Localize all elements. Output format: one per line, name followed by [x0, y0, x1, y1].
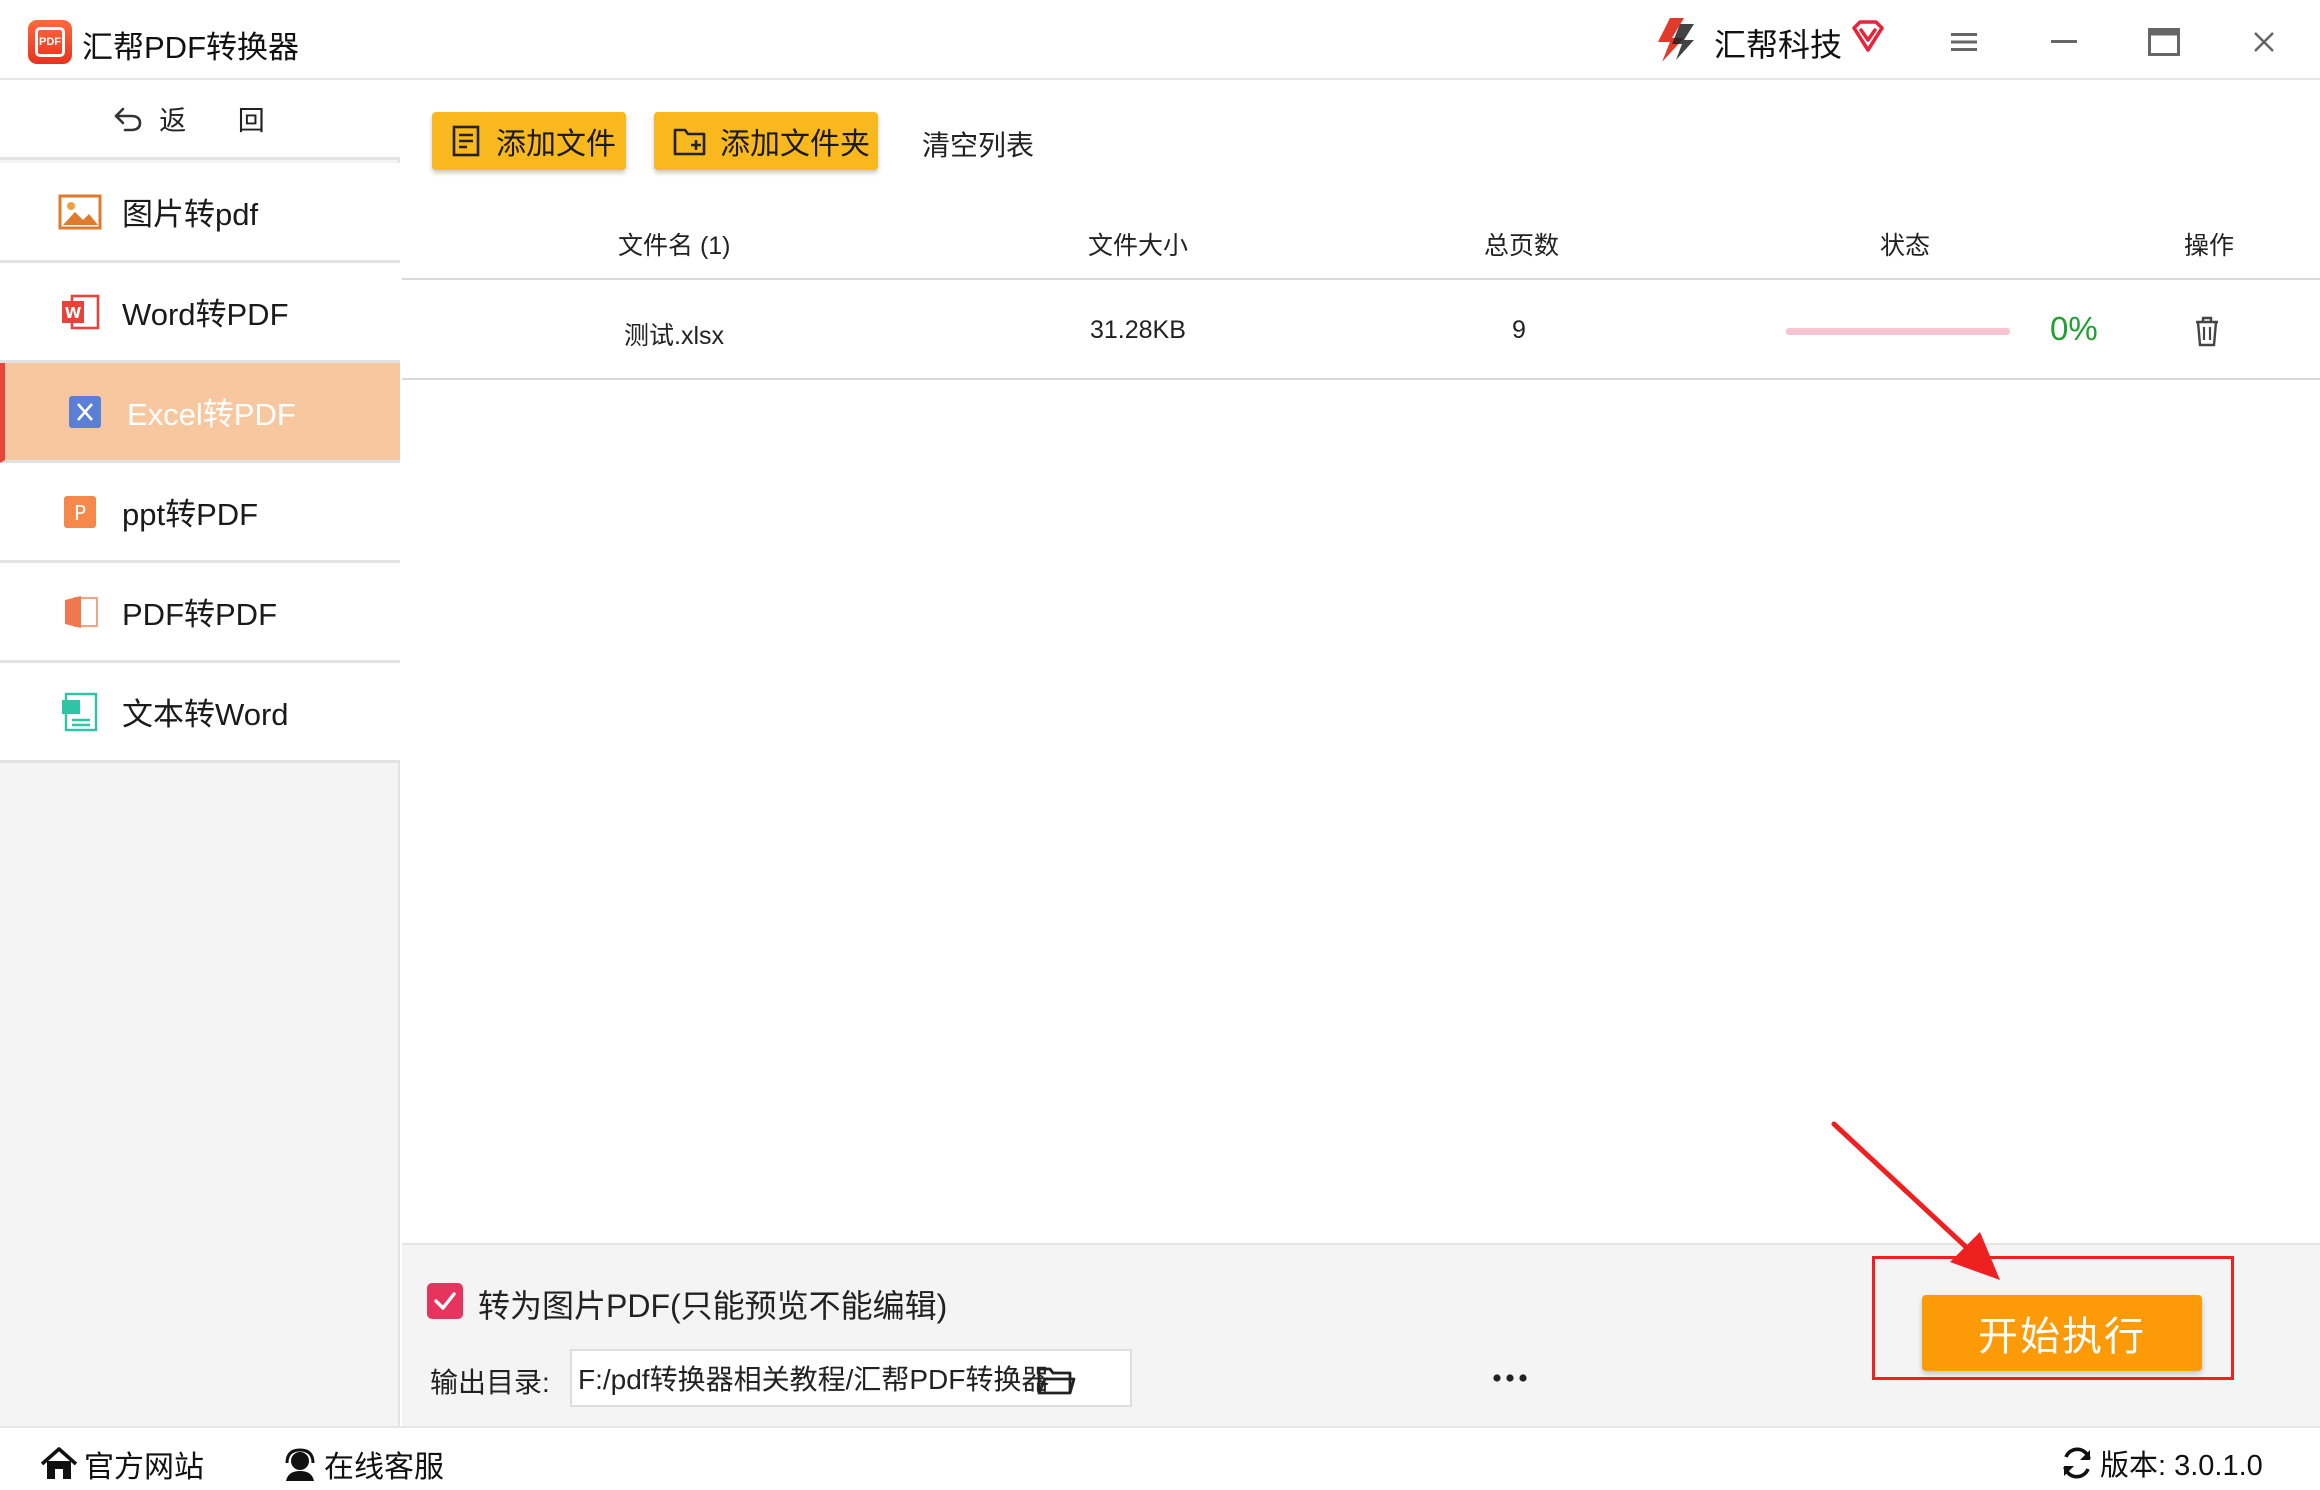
- title-bar: PDF 汇帮PDF转换器 汇帮科技: [0, 0, 2320, 80]
- text-icon: [58, 690, 102, 734]
- minimize-button[interactable]: [2040, 18, 2088, 66]
- column-header-name[interactable]: 文件名 (1): [618, 226, 731, 262]
- add-file-button[interactable]: 添加文件: [432, 112, 626, 170]
- nav-label: ppt转PDF: [122, 497, 259, 532]
- back-label: 返 回: [159, 106, 287, 136]
- back-button[interactable]: 返 回: [0, 80, 400, 160]
- main-panel: 添加文件 添加文件夹 清空列表 文件名 (1) 文件大小 总页数 状态 操作 测…: [402, 80, 2320, 1243]
- website-label: 官方网站: [84, 1451, 204, 1484]
- file-size-cell: 31.28KB: [1090, 316, 1186, 344]
- app-logo-text: PDF: [35, 27, 65, 57]
- nav-item-excel-to-pdf[interactable]: Excel转PDF: [0, 363, 400, 463]
- progress-bar: [1786, 328, 2010, 335]
- nav-label: 文本转Word: [122, 697, 289, 732]
- excel-icon: [63, 390, 107, 434]
- checkmark-icon: [434, 1292, 456, 1310]
- more-options-icon[interactable]: [1492, 1368, 1528, 1388]
- support-headset-icon: [285, 1448, 315, 1481]
- clear-list-button[interactable]: 清空列表: [922, 124, 1034, 164]
- svg-text:P: P: [74, 501, 86, 525]
- menu-button[interactable]: [1940, 18, 1988, 66]
- app-title: 汇帮PDF转换器: [82, 30, 299, 65]
- column-header-pages[interactable]: 总页数: [1484, 226, 1559, 262]
- add-folder-icon: [673, 128, 706, 156]
- sidebar: 返 回 图片转pdf W Word转PDF Excel转PDF P ppt转PD…: [0, 80, 400, 1426]
- svg-text:W: W: [65, 304, 82, 322]
- add-folder-label: 添加文件夹: [720, 128, 870, 161]
- nav-list: 图片转pdf W Word转PDF Excel转PDF P ppt转PDF PD…: [0, 163, 400, 763]
- nav-item-image-to-pdf[interactable]: 图片转pdf: [0, 163, 400, 263]
- nav-item-ppt-to-pdf[interactable]: P ppt转PDF: [0, 463, 400, 563]
- word-icon: W: [58, 290, 102, 334]
- brand-name: 汇帮科技: [1714, 27, 1843, 63]
- nav-item-text-to-word[interactable]: 文本转Word: [0, 663, 400, 763]
- column-header-action: 操作: [2184, 232, 2235, 260]
- brand-logo-icon: [1658, 18, 1694, 62]
- open-folder-icon[interactable]: [1036, 1360, 1076, 1400]
- close-button[interactable]: [2240, 18, 2288, 66]
- nav-item-pdf-to-pdf[interactable]: PDF转PDF: [0, 563, 400, 663]
- file-table-header: 文件名 (1) 文件大小 总页数 状态 操作: [402, 200, 2320, 280]
- image-icon: [58, 190, 102, 234]
- column-header-size[interactable]: 文件大小: [1088, 226, 1188, 262]
- image-pdf-checkbox[interactable]: [427, 1283, 463, 1319]
- home-icon: [40, 1447, 78, 1479]
- file-name-cell: 测试.xlsx: [624, 322, 725, 350]
- ppt-icon: P: [58, 490, 102, 534]
- nav-label: PDF转PDF: [122, 597, 277, 632]
- close-icon: [2254, 32, 2274, 52]
- progress-text: 0%: [2050, 310, 2098, 347]
- add-file-icon: [452, 125, 480, 157]
- status-bar: 官方网站 在线客服 版本: 3.0.1.0: [0, 1426, 2320, 1490]
- app-logo-icon: PDF: [28, 20, 72, 64]
- support-label: 在线客服: [324, 1451, 444, 1484]
- trash-icon[interactable]: [2190, 314, 2224, 348]
- pdf-icon: [58, 590, 102, 634]
- nav-label: 图片转pdf: [122, 197, 259, 232]
- start-button[interactable]: 开始执行: [1922, 1295, 2202, 1371]
- vip-diamond-icon[interactable]: [1850, 18, 1886, 54]
- nav-label: Excel转PDF: [127, 397, 296, 432]
- output-dir-label: 输出目录:: [430, 1367, 550, 1398]
- nav-label: Word转PDF: [122, 297, 289, 332]
- add-file-label: 添加文件: [496, 128, 616, 161]
- image-pdf-label: 转为图片PDF(只能预览不能编辑): [478, 1288, 948, 1324]
- maximize-button[interactable]: [2140, 18, 2188, 66]
- back-arrow-icon: [114, 107, 142, 131]
- maximize-icon: [2148, 28, 2180, 56]
- column-header-status: 状态: [1880, 232, 1931, 260]
- version-label: 版本: 3.0.1.0: [2100, 1450, 2263, 1482]
- website-link[interactable]: 官方网站: [40, 1442, 204, 1486]
- table-row[interactable]: 测试.xlsx 31.28KB 9 0%: [402, 280, 2320, 380]
- page-count-cell: 9: [1512, 316, 1526, 344]
- support-link[interactable]: 在线客服: [282, 1442, 444, 1486]
- refresh-icon[interactable]: [2060, 1446, 2094, 1480]
- nav-item-word-to-pdf[interactable]: W Word转PDF: [0, 263, 400, 363]
- hamburger-icon: [1951, 33, 1977, 51]
- version-info: 版本: 3.0.1.0: [2060, 1442, 2263, 1484]
- add-folder-button[interactable]: 添加文件夹: [654, 112, 878, 170]
- minimize-icon: [2051, 40, 2077, 43]
